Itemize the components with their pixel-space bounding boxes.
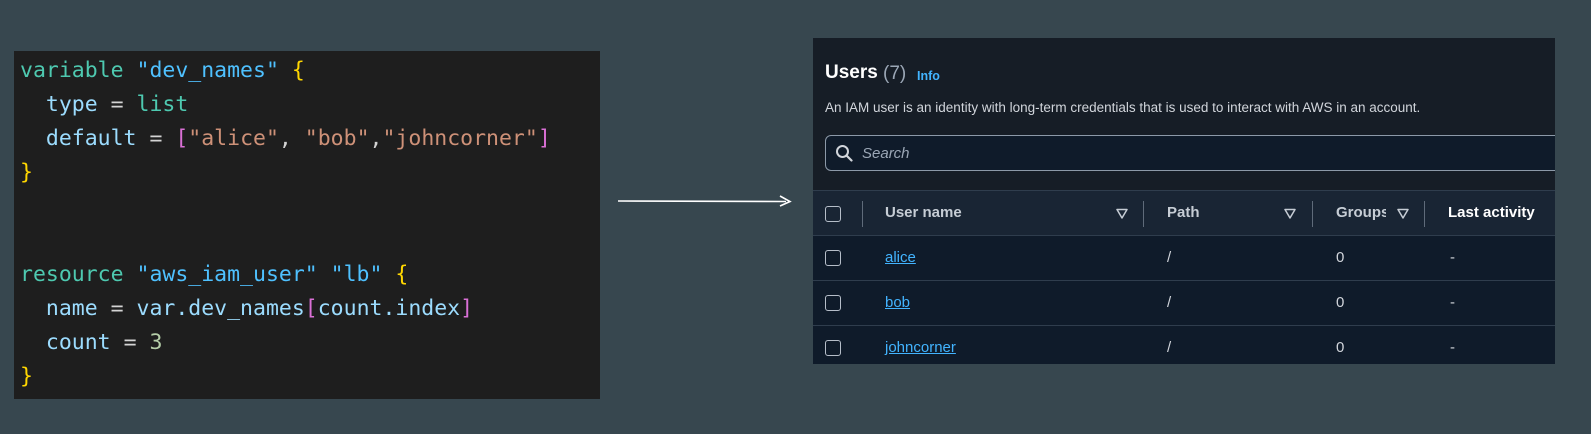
code-token: { <box>395 262 409 287</box>
right-arrow-icon <box>618 195 792 207</box>
column-divider <box>862 201 863 227</box>
code-line: variable "dev_names" { <box>20 54 305 88</box>
row-checkbox[interactable] <box>825 295 841 311</box>
groups-cell: 0 <box>1336 294 1345 311</box>
code-token: = <box>110 296 137 321</box>
last-activity-cell: - <box>1450 294 1455 311</box>
code-token: ] <box>460 296 474 321</box>
code-line: } <box>20 360 33 394</box>
search-input[interactable] <box>862 136 1542 170</box>
sort-down-icon[interactable] <box>1397 208 1409 219</box>
code-line: default = ["alice", "bob","johncorner"] <box>20 122 551 156</box>
groups-cell: 0 <box>1336 249 1345 266</box>
code-token: name <box>20 296 111 321</box>
page-title: Users <box>825 62 878 83</box>
code-token: resource <box>20 262 137 287</box>
code-line: resource "aws_iam_user" "lb" { <box>20 258 408 292</box>
users-header: Users (7) Info An IAM user is an identit… <box>813 38 1555 190</box>
last-activity-cell: - <box>1450 249 1455 266</box>
user-name-link[interactable]: bob <box>885 294 910 311</box>
code-token: = <box>149 126 176 151</box>
page-description: An IAM user is an identity with long-ter… <box>825 100 1421 115</box>
table-row: johncorner / 0 - <box>813 326 1555 364</box>
path-cell: / <box>1167 249 1172 266</box>
code-token: } <box>20 160 33 185</box>
code-token: = <box>110 92 137 117</box>
code-token: , <box>278 126 305 151</box>
iam-users-panel: Users (7) Info An IAM user is an identit… <box>813 38 1555 364</box>
sort-down-icon[interactable] <box>1284 208 1296 219</box>
column-header-last-activity[interactable]: Last activity <box>1448 204 1535 221</box>
path-cell: / <box>1167 339 1172 356</box>
column-divider <box>1143 201 1144 227</box>
table-header: User name Path Groups Last activity <box>813 190 1555 236</box>
column-divider <box>1424 201 1425 227</box>
column-header-path[interactable]: Path <box>1167 204 1200 221</box>
table-row: bob / 0 - <box>813 281 1555 326</box>
code-token: default <box>20 126 150 151</box>
user-name-link[interactable]: johncorner <box>885 339 956 356</box>
sort-down-icon[interactable] <box>1116 208 1128 219</box>
code-token: "alice" <box>188 126 279 151</box>
code-token: "bob" <box>304 126 370 151</box>
path-cell: / <box>1167 294 1172 311</box>
users-count: (7) <box>883 63 907 84</box>
code-token: 3 <box>149 330 163 355</box>
code-token: [ <box>304 296 318 321</box>
column-header-user-name[interactable]: User name <box>885 204 962 221</box>
code-token: type <box>20 92 111 117</box>
code-line: count = 3 <box>20 326 163 360</box>
last-activity-cell: - <box>1450 339 1455 356</box>
row-checkbox[interactable] <box>825 250 841 266</box>
code-token: list <box>136 92 189 117</box>
column-divider <box>1312 201 1313 227</box>
code-token: var.dev_names <box>136 296 305 321</box>
code-token: } <box>20 364 33 389</box>
row-checkbox[interactable] <box>825 340 841 356</box>
code-line: } <box>20 156 33 190</box>
code-token: = <box>123 330 150 355</box>
info-link[interactable]: Info <box>917 69 940 83</box>
groups-cell: 0 <box>1336 339 1345 356</box>
code-token: variable <box>20 58 137 83</box>
code-token: count.index <box>317 296 461 321</box>
code-token: "lb" <box>330 262 396 287</box>
code-token: ] <box>537 126 551 151</box>
code-token: "dev_names" <box>136 58 292 83</box>
table-row: alice / 0 - <box>813 236 1555 281</box>
user-name-link[interactable]: alice <box>885 249 916 266</box>
code-token: { <box>291 58 305 83</box>
code-token: count <box>20 330 124 355</box>
code-token: [ <box>175 126 189 151</box>
column-header-groups[interactable]: Groups <box>1336 204 1386 221</box>
code-line: type = list <box>20 88 188 122</box>
code-token: , <box>369 126 383 151</box>
code-line: name = var.dev_names[count.index] <box>20 292 473 326</box>
select-all-checkbox[interactable] <box>825 206 841 222</box>
code-token: "aws_iam_user" <box>136 262 331 287</box>
code-token: "johncorner" <box>382 126 538 151</box>
search-icon <box>836 145 853 162</box>
code-editor-panel: variable "dev_names" { type = list defau… <box>14 51 600 399</box>
search-box <box>825 135 1555 171</box>
